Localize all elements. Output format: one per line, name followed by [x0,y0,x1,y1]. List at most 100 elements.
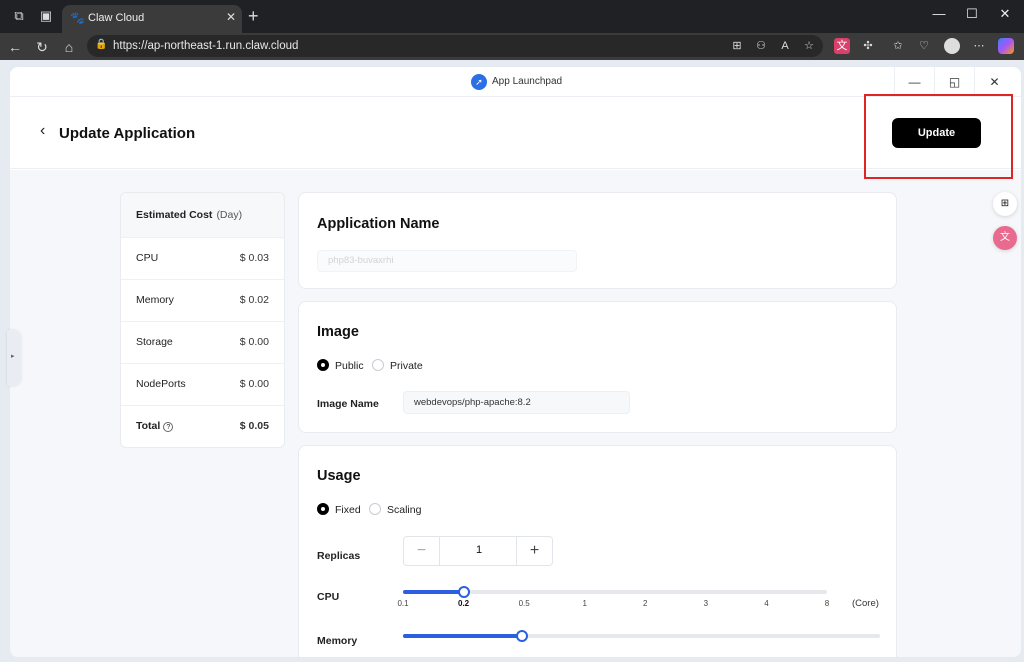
image-name-input[interactable]: webdevops/php-apache:8.2 [403,391,630,414]
radio-private-label: Private [390,360,423,372]
claw-favicon-icon: 🐾 [70,11,85,25]
window-titlebar: ➚ App Launchpad — ◱ ✕ [10,67,1021,97]
memory-label: Memory [317,635,358,647]
cpu-unit: (Core) [852,598,879,609]
new-tab-icon[interactable]: + [248,6,259,27]
usage-heading: Usage [317,468,361,484]
cost-row-cpu: CPU $ 0.03 [121,238,284,280]
cost-period: (Day) [216,209,243,221]
window-close-icon[interactable]: ✕ [974,67,1014,97]
tab-actions-icon[interactable]: ▣ [38,8,54,24]
workspaces-icon[interactable]: ⧉ [11,8,27,24]
application-name-input[interactable]: php83-buvaxrhi [317,250,577,272]
replicas-decrement-button[interactable]: − [404,537,440,565]
estimated-cost-panel: Estimated Cost (Day) CPU $ 0.03 Memory $ … [120,192,285,448]
back-icon[interactable]: ← [6,38,24,56]
cost-label: CPU [136,252,159,264]
tab-title: Claw Cloud [88,12,145,24]
translate-extension-icon[interactable]: 文 [834,38,850,54]
memory-slider[interactable] [403,630,880,642]
cpu-label: CPU [317,591,340,603]
url-text[interactable]: https://ap-northeast-1.run.claw.cloud [113,40,298,52]
radio-scaling-label: Scaling [387,504,422,516]
radio-public-label: Public [335,360,364,372]
cost-row-nodeports: NodePorts $ 0.00 [121,364,284,406]
address-bar[interactable]: 🔒 https://ap-northeast-1.run.claw.cloud [87,35,823,57]
minimize-icon[interactable]: — [929,6,949,21]
replicas-value[interactable]: 1 [440,544,518,556]
maximize-icon[interactable]: ☐ [962,6,982,22]
cpu-tick-label: 8 [824,599,830,608]
image-heading: Image [317,324,359,340]
add-app-icon[interactable]: ⊞ [993,192,1017,216]
cpu-tick-label: 1 [582,599,587,608]
cpu-tick-label: 0.2 [458,599,470,608]
radio-fixed-label: Fixed [335,504,361,516]
read-aloud-icon[interactable]: A [777,38,793,54]
form-area[interactable]: Estimated Cost (Day) CPU $ 0.03 Memory $ … [10,170,1021,657]
application-name-card: Application Name php83-buvaxrhi [298,192,897,289]
window-title: App Launchpad [492,76,563,87]
image-card: Image Public Private Image Name webdevop… [298,301,897,433]
profile-avatar[interactable] [944,38,960,54]
translate-float-icon[interactable]: 文 [993,226,1017,250]
usage-card: Usage Fixed Scaling Replicas − 1 + CPU 0… [298,445,897,657]
cost-value: $ 0.00 [239,336,269,348]
cpu-tick-label: 0.1 [397,599,409,608]
memory-slider-thumb[interactable] [516,630,529,642]
cpu-slider-fill [403,590,464,594]
home-icon[interactable]: ⌂ [60,38,78,56]
cpu-slider-thumb[interactable] [457,586,470,598]
cost-header: Estimated Cost (Day) [121,193,284,238]
page-title: Update Application [59,125,196,142]
sidebar-expand-handle[interactable]: ▸ [7,330,21,386]
back-chevron-icon[interactable]: ‹ [40,122,45,140]
browser-essentials-icon[interactable]: ♡ [916,38,932,54]
window-minimize-icon[interactable]: — [894,67,934,97]
browser-toolbar: ← ↻ ⌂ 🔒 https://ap-northeast-1.run.claw.… [0,33,1024,60]
launchpad-rocket-icon: ➚ [471,74,487,90]
page-header: ‹ Update Application Update [10,97,1021,169]
close-tab-icon[interactable]: ✕ [226,10,236,24]
cpu-slider[interactable] [403,586,827,598]
refresh-icon[interactable]: ↻ [33,38,51,56]
apps-icon[interactable]: ⊞ [729,38,745,54]
replicas-increment-button[interactable]: + [516,537,552,565]
radio-public[interactable]: Public [317,359,364,372]
cpu-tick-label: 2 [643,599,648,608]
extensions-icon[interactable]: ✣ [860,38,876,54]
help-question-icon[interactable]: ? [163,422,174,432]
browser-tab[interactable]: 🐾 Claw Cloud ✕ [62,5,242,33]
total-label: Total [136,420,161,432]
memory-slider-fill [403,634,523,638]
cost-row-total: Total? $ 0.05 [121,406,284,447]
reading-mode-icon[interactable]: ⚇ [753,38,769,54]
radio-scaling[interactable]: Scaling [369,503,421,516]
cost-label: Storage [136,336,173,348]
update-button[interactable]: Update [892,118,981,148]
cpu-tick-label: 4 [764,599,769,608]
cost-value: $ 0.03 [239,252,269,264]
close-window-icon[interactable]: ✕ [995,6,1015,22]
cpu-tick-label: 3 [703,599,709,608]
copilot-icon[interactable] [998,38,1014,54]
cost-value: $ 0.02 [239,294,269,306]
cost-row-memory: Memory $ 0.02 [121,280,284,322]
favorite-star-icon[interactable]: ☆ [801,38,817,54]
browser-tab-bar: ⧉ ▣ 🐾 Claw Cloud ✕ + — ☐ ✕ [0,0,1024,33]
cpu-tick-label: 0.5 [518,599,530,608]
radio-private[interactable]: Private [372,359,423,372]
window-restore-icon[interactable]: ◱ [934,67,974,97]
radio-fixed[interactable]: Fixed [317,503,361,516]
app-window: ➚ App Launchpad — ◱ ✕ ‹ Update Applicati… [10,67,1021,657]
cost-value: $ 0.00 [239,378,269,390]
application-name-heading: Application Name [317,216,440,232]
replicas-stepper: − 1 + [403,536,553,566]
more-menu-icon[interactable]: ⋯ [971,38,987,54]
lock-icon[interactable]: 🔒 [95,39,107,50]
expand-arrow-icon: ▸ [11,353,15,360]
favorites-icon[interactable]: ✩ [890,38,906,54]
replicas-label: Replicas [317,550,361,562]
total-value: $ 0.05 [239,420,269,432]
cost-title: Estimated Cost [136,209,213,221]
